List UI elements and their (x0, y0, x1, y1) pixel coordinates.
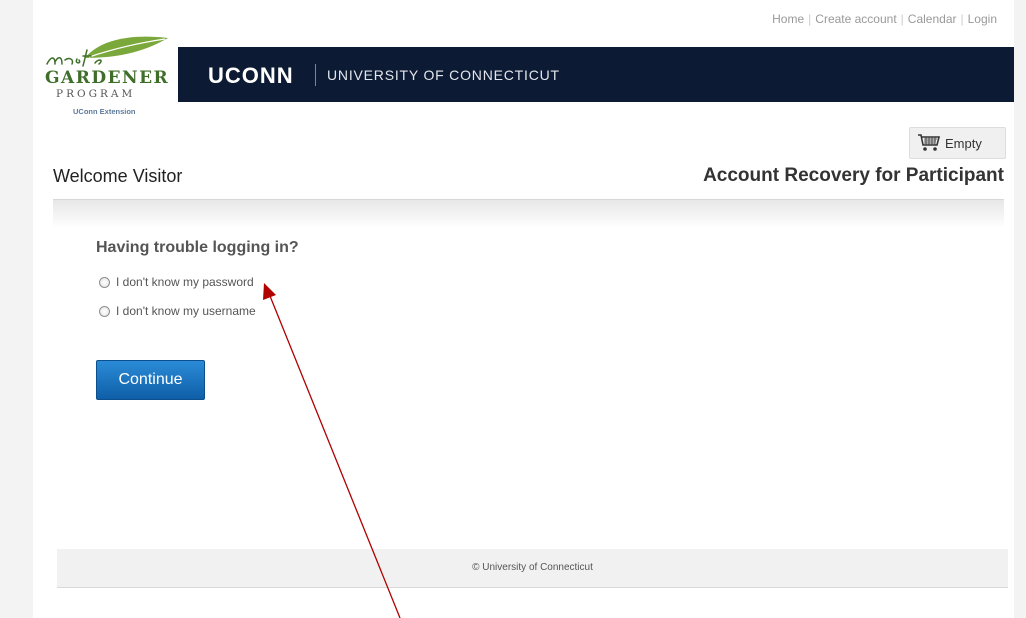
uconn-wordmark: UCONN (208, 63, 294, 88)
nav-create-account-link[interactable]: Create account (815, 12, 896, 26)
master-gardener-logo[interactable]: GARDENER PROGRAM UConn Extension (43, 32, 178, 120)
page-title: Account Recovery for Participant (703, 165, 1004, 186)
forgot-username-radio[interactable] (99, 305, 110, 317)
cart-status-label: Empty (945, 136, 982, 151)
university-name: UNIVERSITY OF CONNECTICUT (327, 67, 560, 83)
forgot-username-label[interactable]: I don't know my username (116, 304, 256, 318)
left-gutter (0, 0, 33, 618)
forgot-password-label[interactable]: I don't know my password (116, 275, 254, 289)
nav-calendar-link[interactable]: Calendar (908, 12, 957, 26)
nav-separator: | (808, 12, 812, 26)
nav-home-link[interactable]: Home (772, 12, 804, 26)
top-nav: Home | Create account | Calendar | Login (772, 12, 997, 26)
content-header-band (53, 199, 1004, 228)
university-banner: UCONN UNIVERSITY OF CONNECTICUT (178, 47, 1014, 102)
copyright-text: © University of Connecticut (472, 562, 593, 573)
option-forgot-username[interactable]: I don't know my username (99, 303, 256, 319)
banner-divider (315, 64, 316, 86)
logo-extension-text: UConn Extension (73, 107, 136, 116)
continue-button[interactable]: Continue (96, 360, 205, 400)
leaf-icon (46, 36, 168, 67)
option-forgot-password[interactable]: I don't know my password (99, 274, 254, 290)
trouble-heading: Having trouble logging in? (96, 239, 299, 256)
logo-gardener-text: GARDENER (45, 68, 170, 88)
forgot-password-radio[interactable] (99, 276, 110, 288)
nav-login-link[interactable]: Login (968, 12, 997, 26)
right-gutter (1014, 0, 1026, 618)
nav-separator: | (960, 12, 964, 26)
logo-program-text: PROGRAM (56, 88, 136, 100)
shopping-cart-icon (918, 134, 941, 151)
footer: © University of Connecticut (57, 549, 1008, 588)
page-container: Home | Create account | Calendar | Login UCONN… (33, 0, 1014, 618)
nav-separator: | (900, 12, 904, 26)
cart-button[interactable]: Empty (909, 127, 1006, 159)
welcome-message: Welcome Visitor (53, 166, 183, 186)
